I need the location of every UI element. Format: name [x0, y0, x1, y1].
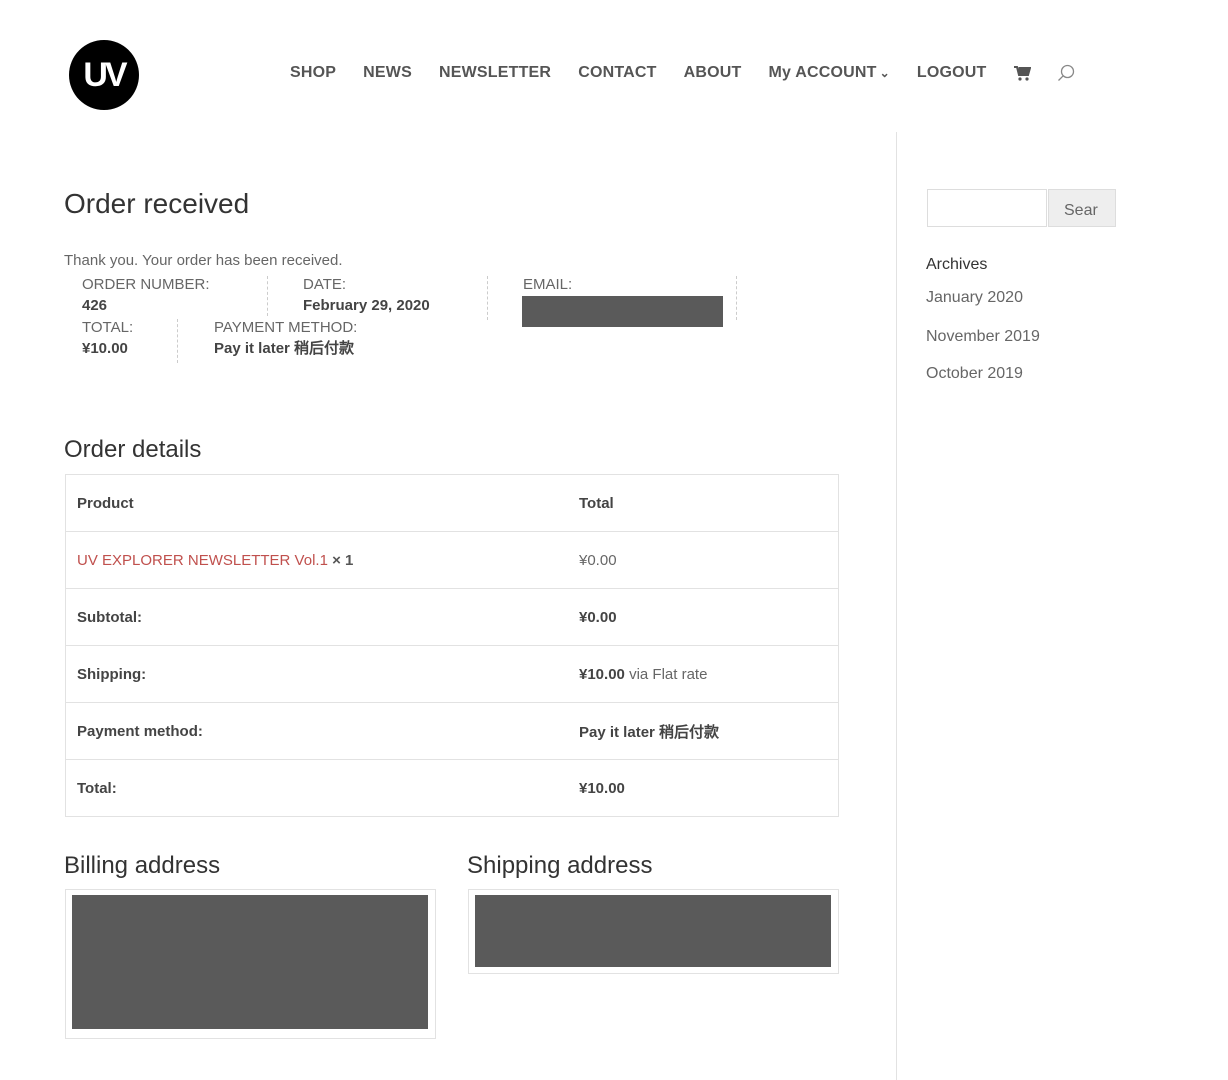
- archives-title: Archives: [926, 256, 988, 273]
- total-value: ¥10.00: [568, 759, 839, 817]
- nav-logout[interactable]: LOGOUT: [917, 64, 987, 82]
- subtotal-value: ¥0.00: [568, 588, 839, 646]
- order-total-label: TOTAL:: [82, 319, 134, 336]
- table-row: Total: ¥10.00: [65, 759, 839, 817]
- redacted-email: [522, 296, 723, 327]
- sidebar-divider: [896, 132, 897, 1080]
- main-nav: SHOP NEWS NEWSLETTER CONTACT ABOUT My AC…: [290, 64, 1101, 82]
- product-quantity: × 1: [332, 551, 354, 569]
- overview-separator: [177, 319, 178, 363]
- search-icon[interactable]: [1057, 64, 1075, 82]
- table-row: Shipping: ¥10.00 via Flat rate: [65, 645, 839, 703]
- total-label: Total:: [65, 759, 568, 817]
- column-header-total: Total: [579, 494, 614, 512]
- subtotal-label: Subtotal:: [65, 588, 568, 646]
- archive-link-november-2019[interactable]: November 2019: [926, 328, 1040, 346]
- order-date-label: DATE:: [303, 276, 347, 293]
- redacted-billing-address: [72, 895, 428, 1029]
- order-number-value: 426: [82, 297, 108, 314]
- page-title: Order received: [64, 188, 250, 219]
- redacted-shipping-address: [475, 895, 831, 967]
- payment-method-value: Pay it later 稍后付款: [568, 702, 839, 760]
- order-total-value: ¥10.00: [82, 340, 128, 357]
- billing-address-title: Billing address: [64, 852, 221, 879]
- nav-news[interactable]: NEWS: [363, 64, 412, 82]
- overview-separator: [267, 276, 268, 316]
- product-total: ¥0.00: [568, 531, 839, 589]
- archive-link-january-2020[interactable]: January 2020: [926, 289, 1023, 307]
- order-email-label: EMAIL:: [523, 276, 573, 293]
- order-details-title: Order details: [64, 436, 202, 463]
- nav-my-account[interactable]: My ACCOUNT ⌄: [769, 64, 890, 82]
- archive-link-october-2019[interactable]: October 2019: [926, 365, 1023, 383]
- nav-newsletter[interactable]: NEWSLETTER: [439, 64, 551, 82]
- order-payment-value: Pay it later 稍后付款: [214, 340, 355, 357]
- sidebar-search-input[interactable]: [927, 189, 1047, 227]
- table-row: Payment method: Pay it later 稍后付款: [65, 702, 839, 760]
- order-details-table: Product Total UV EXPLORER NEWSLETTER Vol…: [65, 474, 839, 817]
- order-total: TOTAL: ¥10.00: [82, 317, 133, 359]
- shipping-cell: ¥10.00 via Flat rate: [568, 645, 839, 703]
- column-header-product: Product: [77, 494, 134, 512]
- order-email: EMAIL:: [523, 274, 572, 295]
- table-row: Subtotal: ¥0.00: [65, 588, 839, 646]
- cart-icon[interactable]: [1013, 65, 1031, 81]
- product-cell: UV EXPLORER NEWSLETTER Vol.1 × 1: [65, 531, 568, 589]
- table-row: UV EXPLORER NEWSLETTER Vol.1 × 1 ¥0.00: [65, 531, 839, 589]
- order-payment-method: PAYMENT METHOD: Pay it later 稍后付款: [214, 317, 357, 359]
- nav-shop[interactable]: SHOP: [290, 64, 336, 82]
- shipping-value: ¥10.00: [579, 665, 625, 683]
- order-date: DATE: February 29, 2020: [303, 274, 430, 316]
- overview-separator: [736, 276, 737, 320]
- thank-you-message: Thank you. Your order has been received.: [64, 252, 343, 269]
- nav-about[interactable]: ABOUT: [684, 64, 742, 82]
- order-number: ORDER NUMBER: 426: [82, 274, 210, 316]
- sidebar-search-button[interactable]: Sear: [1048, 189, 1116, 227]
- site-logo[interactable]: UV: [69, 40, 139, 110]
- overview-separator: [487, 276, 488, 320]
- shipping-address-title: Shipping address: [467, 852, 653, 879]
- product-link[interactable]: UV EXPLORER NEWSLETTER Vol.1: [77, 552, 328, 569]
- order-date-value: February 29, 2020: [303, 297, 430, 314]
- nav-contact[interactable]: CONTACT: [578, 64, 656, 82]
- chevron-down-icon: ⌄: [879, 66, 890, 80]
- order-number-label: ORDER NUMBER:: [82, 276, 210, 293]
- nav-my-account-label: My ACCOUNT: [768, 64, 877, 81]
- shipping-method: via Flat rate: [629, 665, 708, 683]
- table-header-row: Product Total: [66, 475, 839, 532]
- order-payment-label: PAYMENT METHOD:: [214, 319, 358, 336]
- shipping-label: Shipping:: [65, 645, 568, 703]
- payment-method-label: Payment method:: [65, 702, 568, 760]
